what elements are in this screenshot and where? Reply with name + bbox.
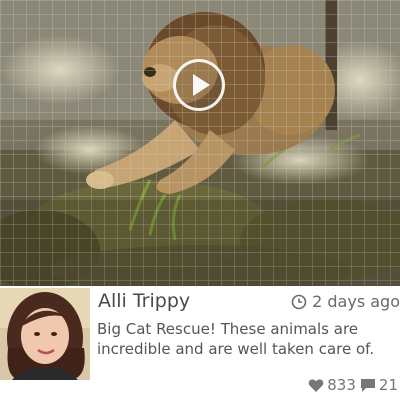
avatar[interactable] [0,288,90,380]
comment-icon [360,378,376,393]
lion-scene-image [0,0,400,286]
avatar-image [0,288,90,380]
heart-icon [308,378,324,393]
timestamp-text: 2 days ago [312,292,400,311]
post-card: Alli Trippy 2 days ago Big Cat Rescue! T… [0,0,400,400]
likes-stat[interactable]: 833 [308,376,356,394]
video-thumbnail[interactable] [0,0,400,286]
post-info: Alli Trippy 2 days ago Big Cat Rescue! T… [0,286,400,400]
comments-count: 21 [378,376,398,394]
post-stats: 833 21 [308,376,398,394]
play-icon [193,74,210,96]
username[interactable]: Alli Trippy [98,290,190,312]
comments-stat[interactable]: 21 [360,376,398,394]
clock-icon [291,294,307,310]
likes-count: 833 [327,376,356,394]
post-comment: Big Cat Rescue! These animals are incred… [97,320,375,358]
timestamp: 2 days ago [291,292,400,311]
play-button[interactable] [173,59,225,111]
